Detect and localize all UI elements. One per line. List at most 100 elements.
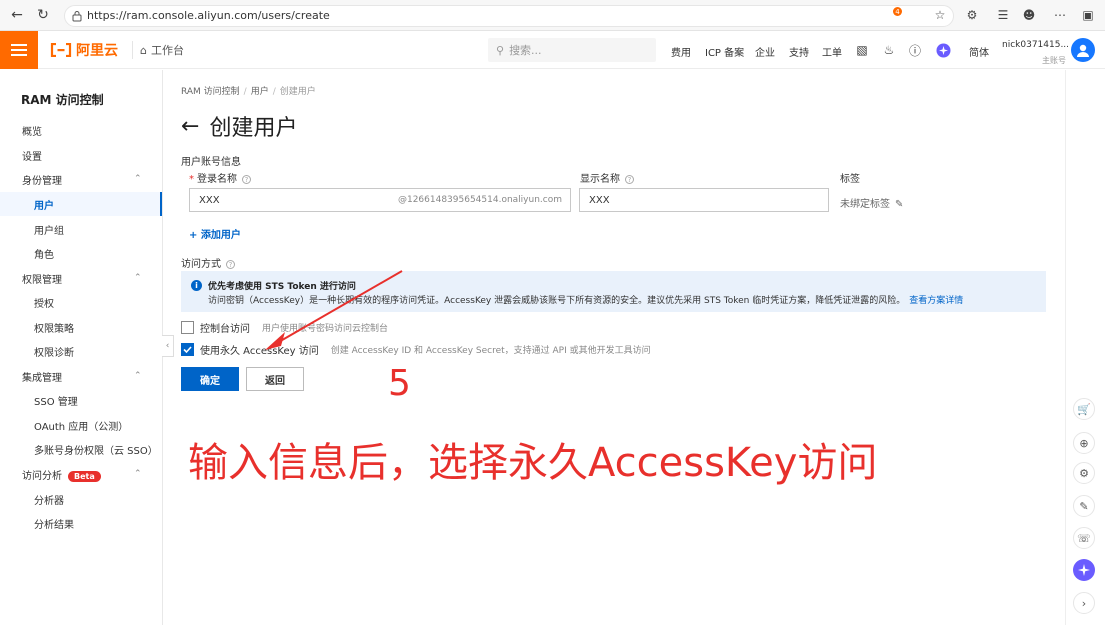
sidebar-item-label: 概览 xyxy=(22,126,42,138)
sidebar-item-oauth[interactable]: OAuth 应用（公测） xyxy=(0,413,162,437)
notification-badge: 4 xyxy=(893,7,902,16)
chevron-up-icon: ⌃ xyxy=(134,371,142,381)
expand-chevron-icon[interactable]: › xyxy=(1073,592,1095,614)
topnav-fees[interactable]: 费用 xyxy=(671,44,691,59)
sidebar-item-label: 集成管理 xyxy=(22,372,62,384)
sidebar-item-label: 身份管理 xyxy=(22,175,62,187)
info-body: 访问密钥（AccessKey）是一种长期有效的程序访问凭证。AccessKey … xyxy=(208,296,964,306)
sidebar-item-cloud-sso[interactable]: 多账号身份权限（云 SSO） xyxy=(0,437,162,461)
login-name-input[interactable]: XXX @1266148395654514.onaliyun.com xyxy=(189,188,571,212)
more-icon[interactable]: ⋯ xyxy=(1052,7,1068,23)
sidebar-group-access-analysis[interactable]: 访问分析 Beta ⌃ xyxy=(0,462,162,486)
edit-icon[interactable]: ✎ xyxy=(1073,495,1095,517)
sidebar-title: RAM 访问控制 xyxy=(21,93,104,107)
login-name-domain-suffix: @1266148395654514.onaliyun.com xyxy=(397,195,562,205)
sidebar-toggle-icon[interactable]: ▣ xyxy=(1080,7,1096,23)
language-switch[interactable]: 简体 xyxy=(969,44,989,59)
address-bar[interactable]: https://ram.console.aliyun.com/users/cre… xyxy=(64,5,954,27)
logo-text: 阿里云 xyxy=(76,43,118,59)
favorites-icon[interactable]: ☰ xyxy=(995,7,1011,23)
ai-star-icon[interactable] xyxy=(1073,559,1095,581)
page-title-text: 创建用户 xyxy=(209,116,298,141)
workbench-link[interactable]: ⌂ 工作台 xyxy=(140,38,500,62)
console-access-checkbox[interactable] xyxy=(181,320,194,334)
sidebar-item-user-groups[interactable]: 用户组 xyxy=(0,217,162,241)
account-username[interactable]: nick0371415... xyxy=(1002,40,1069,50)
breadcrumb: RAM 访问控制 / 用户 / 创建用户 xyxy=(181,87,316,97)
breadcrumb-item[interactable]: RAM 访问控制 xyxy=(181,87,240,97)
ai-assistant-icon[interactable] xyxy=(935,42,951,58)
sidebar-item-label: 用户 xyxy=(34,200,54,212)
topnav-icp[interactable]: ICP 备案 xyxy=(705,44,744,59)
access-mode-label: 访问方式? xyxy=(181,255,235,270)
search-placeholder: 搜索... xyxy=(509,44,542,57)
settings-gear-icon[interactable]: ⚙ xyxy=(1073,462,1095,484)
sidebar-collapse-chevron-icon[interactable]: ‹ xyxy=(162,335,174,357)
help-icon[interactable]: ⓘ xyxy=(907,42,923,58)
sidebar-item-diagnostics[interactable]: 权限诊断 xyxy=(0,339,162,363)
accesskey-access-option[interactable]: 使用永久 AccessKey 访问 创建 AccessKey ID 和 Acce… xyxy=(181,341,651,357)
display-name-input[interactable]: XXX xyxy=(579,188,829,212)
topnav-ticket[interactable]: 工单 xyxy=(822,44,842,59)
sidebar-item-users[interactable]: 用户 xyxy=(0,192,162,216)
sidebar-group-permissions[interactable]: 权限管理 ⌃ xyxy=(0,266,162,290)
headset-icon[interactable]: ☏ xyxy=(1073,527,1095,549)
sidebar-group-identity[interactable]: 身份管理 ⌃ xyxy=(0,167,162,191)
sidebar-item-settings[interactable]: 设置 xyxy=(0,143,162,167)
search-input[interactable]: ⚲ 搜索... xyxy=(488,38,656,62)
console-access-option[interactable]: 控制台访问 用户使用账号密码访问云控制台 xyxy=(181,319,388,335)
sidebar-item-policies[interactable]: 权限策略 xyxy=(0,315,162,339)
app-icon[interactable]: ⊕ xyxy=(1073,432,1095,454)
menu-icon[interactable] xyxy=(0,31,38,69)
sidebar-item-label: 分析结果 xyxy=(34,519,74,531)
display-name-label: 显示名称? xyxy=(580,170,634,185)
reload-icon[interactable]: ↻ xyxy=(34,6,52,24)
add-user-button[interactable]: + 添加用户 xyxy=(189,226,241,241)
profile-icon[interactable]: ☻ xyxy=(1021,7,1037,23)
accesskey-access-checkbox[interactable] xyxy=(181,342,194,356)
extension-gear-icon[interactable]: ⚙ xyxy=(964,7,980,23)
terminal-icon[interactable]: ▧ xyxy=(854,42,870,58)
back-nav-icon[interactable]: ← xyxy=(8,6,26,24)
confirm-button[interactable]: 确定 xyxy=(181,367,239,391)
back-button[interactable]: 返回 xyxy=(246,367,304,391)
sidebar-item-grants[interactable]: 授权 xyxy=(0,290,162,314)
search-icon: ⚲ xyxy=(496,43,505,57)
info-title: 优先考虑使用 STS Token 进行访问 xyxy=(208,282,356,292)
home-icon: ⌂ xyxy=(140,43,147,57)
sidebar-item-label: 权限诊断 xyxy=(34,347,74,359)
sidebar-item-label: SSO 管理 xyxy=(34,396,78,408)
tag-value[interactable]: 未绑定标签 ✎ xyxy=(840,195,903,210)
favorite-star-icon[interactable]: ☆ xyxy=(932,7,948,23)
sidebar: RAM 访问控制 概览 设置 身份管理 ⌃ 用户 用户组 角色 权限管理 ⌃ 授权 … xyxy=(0,70,163,625)
aliyun-logo[interactable]: 阿里云 xyxy=(50,40,118,60)
annotation-arrow xyxy=(265,270,403,350)
edit-pencil-icon[interactable]: ✎ xyxy=(895,199,903,210)
sidebar-item-sso[interactable]: SSO 管理 xyxy=(0,388,162,412)
cart-icon[interactable]: 🛒 xyxy=(1073,398,1095,420)
info-details-link[interactable]: 查看方案详情 xyxy=(909,296,963,306)
avatar[interactable] xyxy=(1071,38,1095,62)
logo-mark-icon xyxy=(50,43,72,57)
display-name-value: XXX xyxy=(589,194,610,206)
url-text: https://ram.console.aliyun.com/users/cre… xyxy=(87,9,330,22)
sidebar-item-label: 分析器 xyxy=(34,495,64,507)
bell-icon[interactable]: ♨ xyxy=(881,42,897,58)
help-icon[interactable]: ? xyxy=(226,259,235,269)
breadcrumb-item[interactable]: 用户 xyxy=(251,87,269,97)
sidebar-item-label: 权限管理 xyxy=(22,274,62,286)
sidebar-item-analyzer[interactable]: 分析器 xyxy=(0,487,162,511)
sidebar-item-analysis-results[interactable]: 分析结果 xyxy=(0,511,162,535)
sidebar-group-integration[interactable]: 集成管理 ⌃ xyxy=(0,364,162,388)
topnav-enterprise[interactable]: 企业 xyxy=(755,44,775,59)
chevron-up-icon: ⌃ xyxy=(134,273,142,283)
login-name-value: XXX xyxy=(199,194,220,206)
annotation-text: 输入信息后，选择永久AccessKey访问 xyxy=(188,440,878,486)
help-icon[interactable]: ? xyxy=(242,174,251,184)
sidebar-item-overview[interactable]: 概览 xyxy=(0,118,162,142)
console-topbar: 阿里云 ⌂ 工作台 ⚲ 搜索... 费用 ICP 备案 企业 支持 工单 ▧ ♨… xyxy=(0,31,1105,69)
topnav-support[interactable]: 支持 xyxy=(789,44,809,59)
help-icon[interactable]: ? xyxy=(625,174,634,184)
back-arrow-icon[interactable]: ← xyxy=(181,114,199,139)
sidebar-item-roles[interactable]: 角色 xyxy=(0,241,162,265)
